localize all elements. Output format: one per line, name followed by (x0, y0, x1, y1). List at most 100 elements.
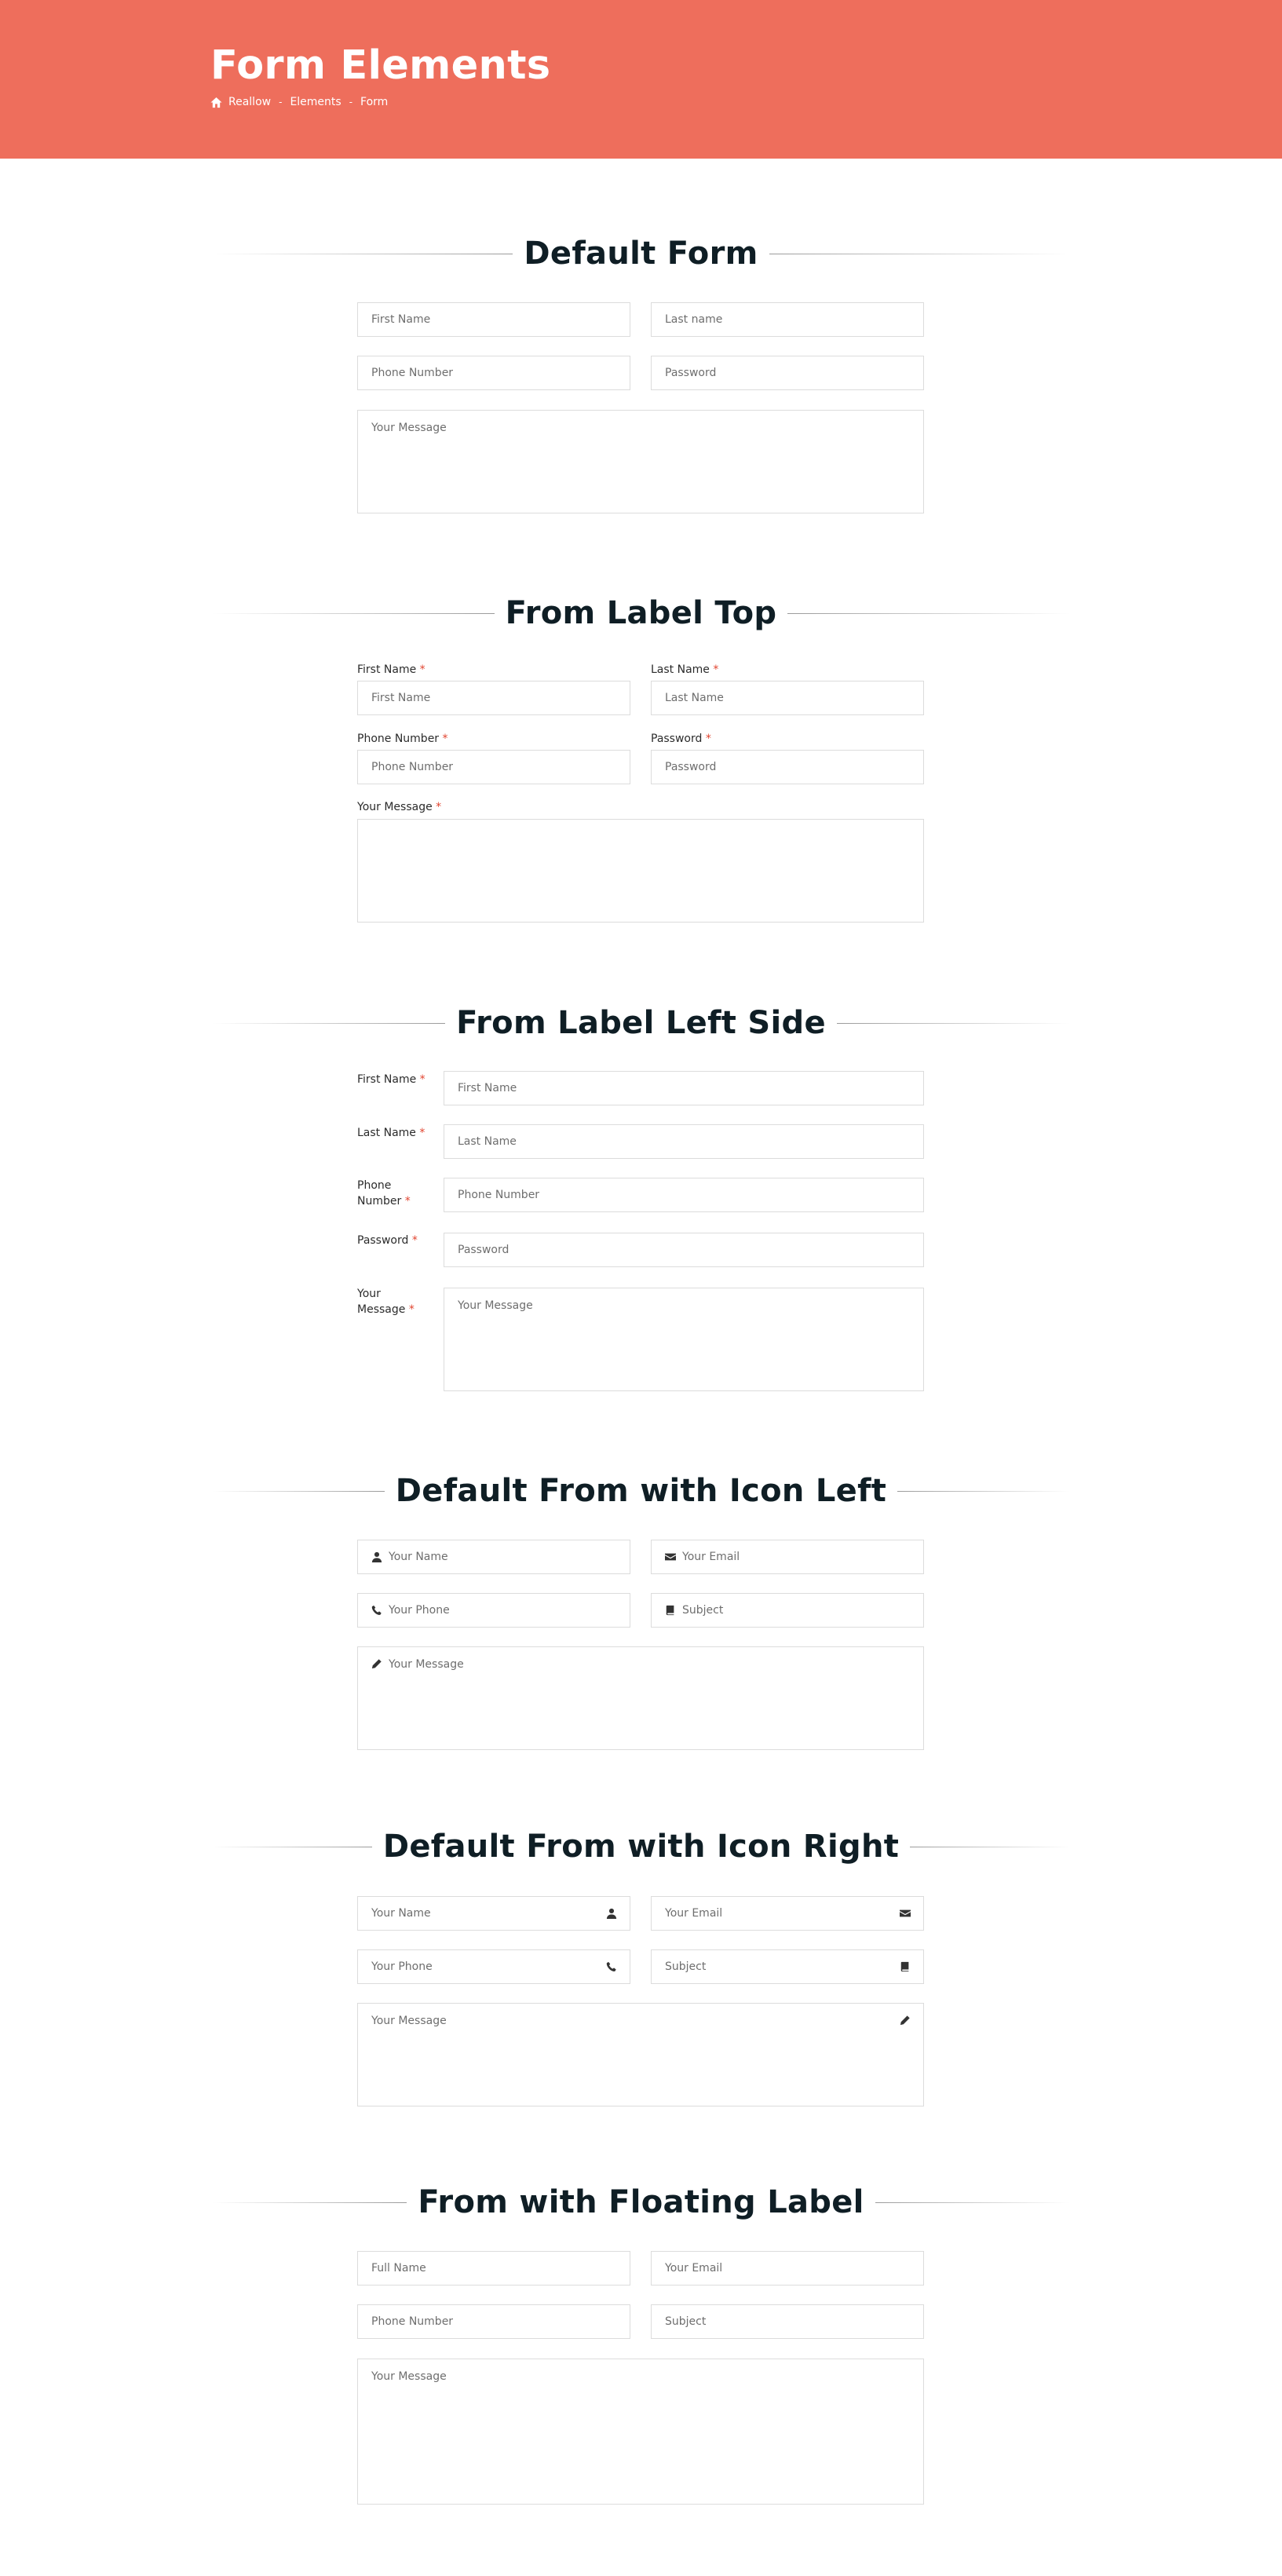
placeholder: Password (665, 761, 717, 773)
section-title: From Label Top (505, 595, 777, 631)
label-text: Your Message (357, 801, 433, 813)
phone-field[interactable]: Your Phone (357, 1949, 630, 1984)
placeholder: First Name (458, 1082, 517, 1094)
label-text: First Name (357, 1073, 417, 1086)
subject-field[interactable]: Subject (651, 1949, 924, 1984)
label-text: Last Name (357, 1127, 416, 1139)
book-icon (900, 1961, 911, 1972)
placeholder: Last Name (458, 1135, 517, 1148)
email-field[interactable]: Your Email (651, 1540, 924, 1574)
placeholder: Your Message (371, 2015, 447, 2027)
message-textarea[interactable]: Your Message (444, 1288, 924, 1391)
placeholder: Phone Number (458, 1189, 540, 1201)
divider (212, 1022, 446, 1024)
placeholder: Last name (665, 313, 723, 326)
placeholder: Your Name (371, 1907, 431, 1920)
pencil-icon (900, 2015, 911, 2026)
placeholder: Your Phone (389, 1604, 450, 1617)
page-header: Form Elements Reallow - Elements - Form (0, 0, 1282, 159)
first-name-label: First Name * (357, 662, 426, 678)
breadcrumb-item-reallow[interactable]: Reallow (228, 96, 271, 108)
divider (897, 1490, 1071, 1492)
breadcrumb-item-elements[interactable]: Elements (290, 96, 341, 108)
password-label: Password * (651, 731, 711, 747)
floating-label: Full Name (371, 2262, 426, 2275)
password-field[interactable]: Password (651, 750, 924, 784)
placeholder: Subject (682, 1604, 724, 1617)
email-field[interactable]: Your Email (651, 1896, 924, 1931)
placeholder: Your Email (682, 1551, 740, 1563)
floating-label: Your Email (665, 2262, 723, 2275)
message-textarea[interactable]: Your Message (357, 1646, 924, 1750)
section-heading-floating-label: From with Floating Label (212, 2184, 1071, 2220)
section-heading-label-top: From Label Top (212, 595, 1070, 631)
last-name-field[interactable]: Last Name (444, 1124, 924, 1159)
floating-label: Phone Number (371, 2315, 454, 2328)
first-name-label: First Name * (357, 1072, 426, 1087)
section-heading-label-left: From Label Left Side (212, 1005, 1070, 1041)
required-mark: * (713, 663, 719, 676)
message-textarea[interactable] (357, 819, 924, 923)
label-text: Message (357, 1303, 406, 1316)
name-field[interactable]: Your Name (357, 1540, 630, 1574)
phone-number-field[interactable]: Phone Number (357, 356, 630, 390)
placeholder: Your Email (665, 1907, 723, 1920)
placeholder: Subject (665, 1960, 707, 1973)
phone-number-field[interactable]: Phone Number (357, 2304, 630, 2339)
section-title: Default Form (524, 236, 758, 272)
first-name-field[interactable]: First Name (357, 302, 630, 337)
envelope-icon (665, 1551, 676, 1562)
phone-number-label: Phone Number * (357, 731, 448, 747)
breadcrumb-item-form: Form (360, 96, 389, 108)
required-mark: * (705, 733, 711, 745)
last-name-field[interactable]: Last name (651, 302, 924, 337)
divider (875, 2201, 1071, 2203)
home-icon (210, 97, 222, 108)
pencil-icon (371, 1658, 382, 1669)
phone-number-field[interactable]: Phone Number (357, 750, 630, 784)
required-mark: * (419, 1127, 426, 1139)
required-mark: * (436, 801, 442, 813)
label-text: Password (357, 1234, 409, 1247)
floating-label: Your Message (371, 2370, 447, 2383)
phone-field[interactable]: Your Phone (357, 1593, 630, 1628)
password-field[interactable]: Password (651, 356, 924, 390)
last-name-field[interactable]: Last Name (651, 681, 924, 715)
breadcrumb: Reallow - Elements - Form (210, 96, 388, 108)
envelope-icon (900, 1908, 911, 1919)
placeholder: Your Phone (371, 1960, 433, 1973)
phone-number-field[interactable]: Phone Number (444, 1178, 924, 1212)
password-label: Password * (357, 1233, 418, 1248)
message-textarea[interactable]: Your Message (357, 2359, 924, 2505)
message-label: Your Message * (357, 799, 441, 815)
divider (212, 1490, 385, 1492)
first-name-field[interactable]: First Name (444, 1071, 924, 1105)
message-textarea[interactable]: Your Message (357, 2003, 924, 2106)
full-name-field[interactable]: Full Name (357, 2251, 630, 2286)
first-name-field[interactable]: First Name (357, 681, 630, 715)
required-mark: * (408, 1303, 415, 1316)
placeholder: Password (458, 1244, 510, 1256)
label-text: Number (357, 1195, 402, 1208)
message-textarea[interactable]: Your Message (357, 410, 924, 513)
email-field[interactable]: Your Email (651, 2251, 924, 2286)
divider (212, 2201, 407, 2203)
subject-field[interactable]: Subject (651, 2304, 924, 2339)
placeholder: First Name (371, 313, 431, 326)
password-field[interactable]: Password (444, 1233, 924, 1267)
placeholder: Phone Number (371, 367, 454, 379)
section-heading-icon-left: Default From with Icon Left (212, 1473, 1071, 1509)
floating-label: Subject (665, 2315, 707, 2328)
name-field[interactable]: Your Name (357, 1896, 630, 1931)
section-heading-default-form: Default Form (212, 236, 1070, 272)
subject-field[interactable]: Subject (651, 1593, 924, 1628)
phone-number-label: Phone Number * (357, 1178, 411, 1209)
divider (836, 1022, 1070, 1024)
label-text: Last Name (651, 663, 710, 676)
label-text: Password (651, 733, 703, 745)
last-name-label: Last Name * (357, 1125, 425, 1141)
required-mark: * (404, 1195, 411, 1208)
required-mark: * (419, 1073, 426, 1086)
required-mark: * (411, 1234, 418, 1247)
last-name-label: Last Name * (651, 662, 718, 678)
